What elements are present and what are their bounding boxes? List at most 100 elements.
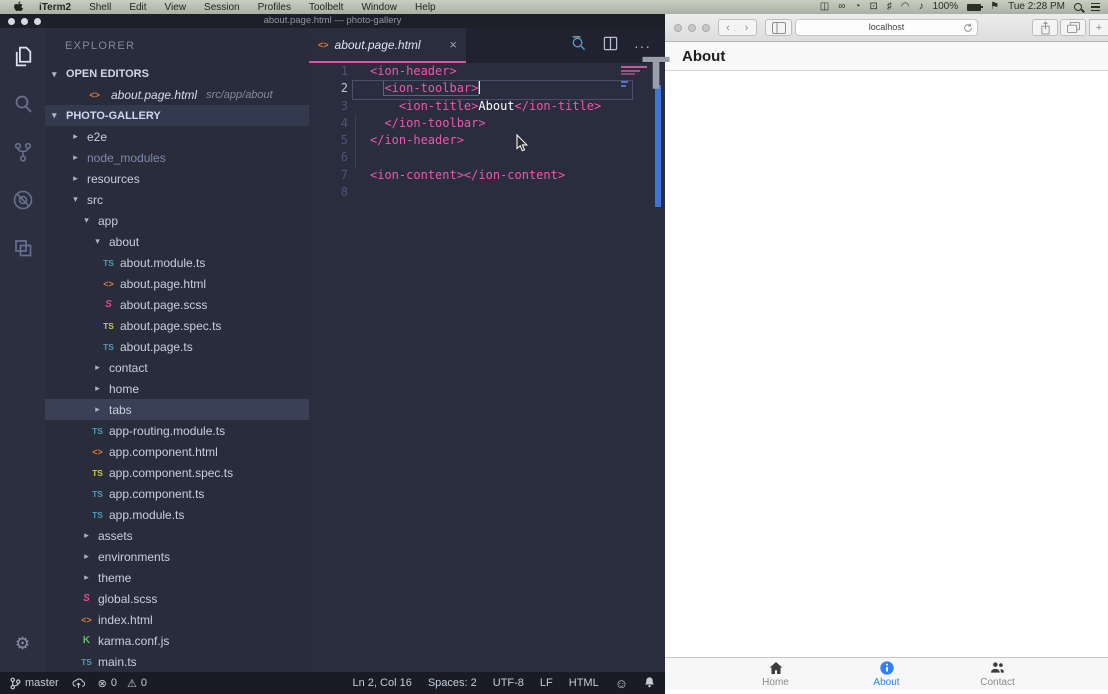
spotlight-search-icon[interactable] <box>1074 3 1082 11</box>
cursor-position-status[interactable]: Ln 2, Col 16 <box>353 677 412 689</box>
zoom-window-button[interactable] <box>34 18 41 25</box>
menu-profiles[interactable]: Profiles <box>249 2 300 13</box>
glasses-icon[interactable]: ∞ <box>838 0 845 14</box>
menu-view[interactable]: View <box>156 2 196 13</box>
menu-shell[interactable]: Shell <box>80 2 120 13</box>
open-editor-item[interactable]: <> about.page.html src/app/about <box>45 84 309 105</box>
tree-item-about[interactable]: ▾about <box>45 231 309 252</box>
code-token: </ion-content> <box>464 168 565 182</box>
tree-item-about.module.ts[interactable]: TSabout.module.ts <box>45 252 309 273</box>
split-editor-icon[interactable] <box>603 36 618 56</box>
address-bar[interactable]: localhost <box>795 19 978 36</box>
tab-about-page-html[interactable]: <> about.page.html × <box>309 28 466 63</box>
git-branch-status[interactable]: master <box>10 677 59 690</box>
sidebar-toggle-icon[interactable] <box>765 19 792 36</box>
wifi-icon[interactable]: ◠ <box>901 0 910 14</box>
menu-help[interactable]: Help <box>406 2 445 13</box>
code-line-2[interactable]: 2 <ion-toolbar> <box>309 80 665 97</box>
tree-item-main.ts[interactable]: TSmain.ts <box>45 651 309 672</box>
debug-icon[interactable] <box>9 186 37 214</box>
notifications-bell-icon[interactable] <box>644 676 655 691</box>
menu-bar-clock[interactable]: Tue 2:28 PM <box>1008 0 1065 14</box>
tree-item-about.page.spec.ts[interactable]: TSabout.page.spec.ts <box>45 315 309 336</box>
tree-item-about.page.html[interactable]: <>about.page.html <box>45 273 309 294</box>
display-icon[interactable]: ⊡ <box>869 0 877 14</box>
problems-status[interactable]: ⊗ 0 ⚠ 0 <box>98 677 147 690</box>
close-window-button[interactable] <box>8 18 15 25</box>
tree-item-theme[interactable]: ▸theme <box>45 567 309 588</box>
zoom-window-button[interactable] <box>702 24 710 32</box>
encoding-status[interactable]: UTF-8 <box>493 677 524 689</box>
tree-item-assets[interactable]: ▸assets <box>45 525 309 546</box>
code-line-8[interactable]: 8 <box>309 184 665 201</box>
tree-item-global.scss[interactable]: Sglobal.scss <box>45 588 309 609</box>
scrollbar-decoration[interactable] <box>655 85 661 207</box>
tree-item-e2e[interactable]: ▸e2e <box>45 126 309 147</box>
new-tab-button[interactable]: + <box>1089 19 1108 36</box>
minimize-window-button[interactable] <box>21 18 28 25</box>
menu-edit[interactable]: Edit <box>120 2 155 13</box>
code-line-1[interactable]: 1<ion-header> <box>309 63 665 80</box>
menu-session[interactable]: Session <box>195 2 249 13</box>
vscode-titlebar[interactable]: about.page.html — photo-gallery <box>0 14 665 28</box>
code-line-3[interactable]: 3 <ion-title>About</ion-title> <box>309 98 665 115</box>
back-button[interactable]: ‹ <box>718 19 738 36</box>
publish-changes-icon[interactable] <box>72 677 85 689</box>
tab-overview-icon[interactable] <box>1060 19 1086 36</box>
menu-iterm2[interactable]: iTerm2 <box>30 2 80 13</box>
feedback-smiley-icon[interactable]: ☺ <box>615 676 628 691</box>
close-window-button[interactable] <box>674 24 682 32</box>
forward-button[interactable]: › <box>737 19 757 36</box>
tree-item-index.html[interactable]: <>index.html <box>45 609 309 630</box>
reload-icon[interactable] <box>963 23 973 38</box>
dongle-icon[interactable]: ♯ <box>887 0 892 14</box>
tree-item-about.page.scss[interactable]: Sabout.page.scss <box>45 294 309 315</box>
project-section-header[interactable]: ▾ PHOTO-GALLERY <box>45 105 309 126</box>
tab-contact[interactable]: Contact <box>942 658 1053 690</box>
window-icon[interactable]: ◫ <box>820 0 829 14</box>
code-line-4[interactable]: 4 </ion-toolbar> <box>309 115 665 132</box>
tree-item-node_modules[interactable]: ▸node_modules <box>45 147 309 168</box>
tree-item-environments[interactable]: ▸environments <box>45 546 309 567</box>
notification-center-icon[interactable] <box>1091 3 1100 11</box>
language-mode-status[interactable]: HTML <box>569 677 599 689</box>
tree-item-about.page.ts[interactable]: TSabout.page.ts <box>45 336 309 357</box>
minimize-window-button[interactable] <box>688 24 696 32</box>
input-source-icon[interactable]: ⚑ <box>990 0 999 14</box>
tree-item-contact[interactable]: ▸contact <box>45 357 309 378</box>
tree-item-app.component.ts[interactable]: TSapp.component.ts <box>45 483 309 504</box>
share-icon[interactable] <box>1032 19 1058 36</box>
tab-home[interactable]: Home <box>720 658 831 690</box>
open-editors-header[interactable]: ▾ OPEN EDITORS <box>45 64 309 84</box>
tree-item-karma.conf.js[interactable]: Kkarma.conf.js <box>45 630 309 651</box>
tree-item-src[interactable]: ▾src <box>45 189 309 210</box>
apple-menu-icon[interactable] <box>8 1 30 13</box>
menu-toolbelt[interactable]: Toolbelt <box>300 2 352 13</box>
settings-gear-icon[interactable]: ⚙ <box>9 630 37 658</box>
tree-item-home[interactable]: ▸home <box>45 378 309 399</box>
tree-item-app-routing.module.ts[interactable]: TSapp-routing.module.ts <box>45 420 309 441</box>
clock-circle-icon[interactable]: ◔ <box>854 0 860 14</box>
open-preview-icon[interactable] <box>570 35 587 57</box>
tree-item-resources[interactable]: ▸resources <box>45 168 309 189</box>
tree-item-app.component.spec.ts[interactable]: TSapp.component.spec.ts <box>45 462 309 483</box>
extensions-icon[interactable] <box>9 234 37 262</box>
indentation-status[interactable]: Spaces: 2 <box>428 677 477 689</box>
search-icon[interactable] <box>9 90 37 118</box>
tree-item-app.module.ts[interactable]: TSapp.module.ts <box>45 504 309 525</box>
volume-icon[interactable]: ♪ <box>919 0 924 14</box>
tree-item-app[interactable]: ▾app <box>45 210 309 231</box>
code-line-5[interactable]: 5</ion-header> <box>309 132 665 149</box>
tab-about[interactable]: About <box>831 658 942 690</box>
menu-window[interactable]: Window <box>352 2 406 13</box>
eol-status[interactable]: LF <box>540 677 553 689</box>
explorer-icon[interactable] <box>9 42 37 70</box>
code-line-6[interactable]: 6 <box>309 149 665 166</box>
code-line-7[interactable]: 7<ion-content></ion-content> <box>309 167 665 184</box>
tree-item-app.component.html[interactable]: <>app.component.html <box>45 441 309 462</box>
close-icon[interactable]: × <box>449 37 457 52</box>
source-control-icon[interactable] <box>9 138 37 166</box>
tree-item-tabs[interactable]: ▸tabs <box>45 399 309 420</box>
safari-window-controls <box>674 24 710 32</box>
code-editor[interactable]: 1<ion-header>2 <ion-toolbar>3 <ion-title… <box>309 63 665 672</box>
